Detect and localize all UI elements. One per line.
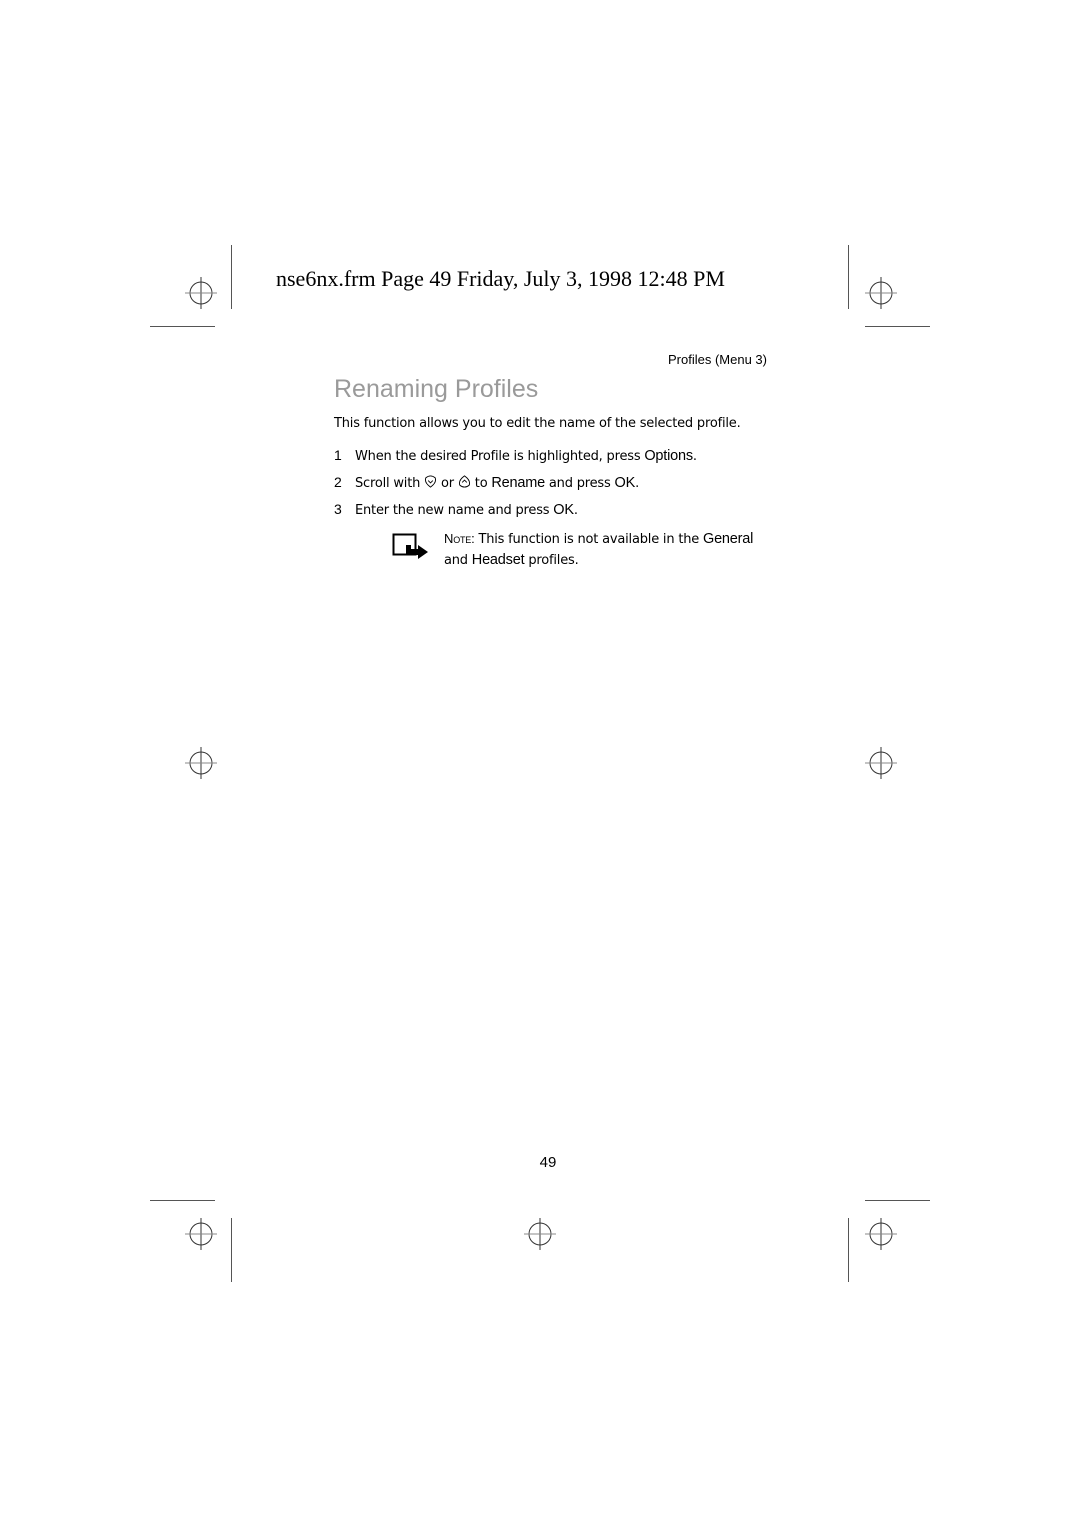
- step-3: 3 Enter the new name and press OK.: [334, 501, 578, 518]
- step-text: When the desired Profile is highlighted,…: [355, 449, 645, 464]
- crop-mark-top-left-horizontal: [150, 326, 215, 327]
- menu-item-rename: Rename: [491, 475, 545, 491]
- step-number: 3: [334, 501, 342, 517]
- running-head: Profiles (Menu 3): [668, 352, 767, 367]
- step-1: 1 When the desired Profile is highlighted…: [334, 447, 697, 464]
- note-label: Note:: [444, 531, 475, 546]
- registration-mark-icon: [185, 277, 217, 309]
- registration-mark-icon: [865, 277, 897, 309]
- crop-mark-bottom-right-horizontal: [865, 1200, 930, 1201]
- crop-mark-top-right-vertical: [848, 245, 849, 309]
- step-number: 1: [334, 447, 342, 463]
- softkey-options: Options: [644, 448, 693, 464]
- crop-mark-top-right-horizontal: [865, 326, 930, 327]
- note-hand-pointer-icon: [392, 533, 428, 559]
- registration-mark-icon: [185, 1218, 217, 1250]
- softkey-ok: OK: [553, 502, 574, 518]
- registration-mark-icon: [865, 747, 897, 779]
- section-title: Renaming Profiles: [334, 375, 539, 403]
- registration-mark-icon: [865, 1218, 897, 1250]
- softkey-ok: OK: [614, 475, 636, 491]
- step-number: 2: [334, 474, 342, 490]
- page-number: 49: [539, 1154, 557, 1171]
- crop-mark-top-left-vertical: [231, 245, 232, 309]
- registration-mark-icon: [524, 1218, 556, 1250]
- profile-name-general: General: [702, 531, 754, 547]
- crop-mark-bottom-right-vertical: [848, 1218, 849, 1282]
- print-header: nse6nx.frm Page 49 Friday, July 3, 1998 …: [276, 266, 725, 291]
- profile-name-headset: Headset: [471, 552, 525, 568]
- crop-mark-bottom-left-vertical: [231, 1218, 232, 1282]
- crop-mark-bottom-left-horizontal: [150, 1200, 215, 1201]
- step-2: 2 Scroll with or to Rename and press OK.: [334, 474, 639, 491]
- note: Note: This function is not available in …: [444, 531, 754, 568]
- scroll-down-key-icon: [425, 475, 437, 488]
- scroll-up-key-icon: [458, 475, 470, 488]
- registration-mark-icon: [185, 747, 217, 779]
- intro-paragraph: This function allows you to edit the nam…: [334, 416, 741, 431]
